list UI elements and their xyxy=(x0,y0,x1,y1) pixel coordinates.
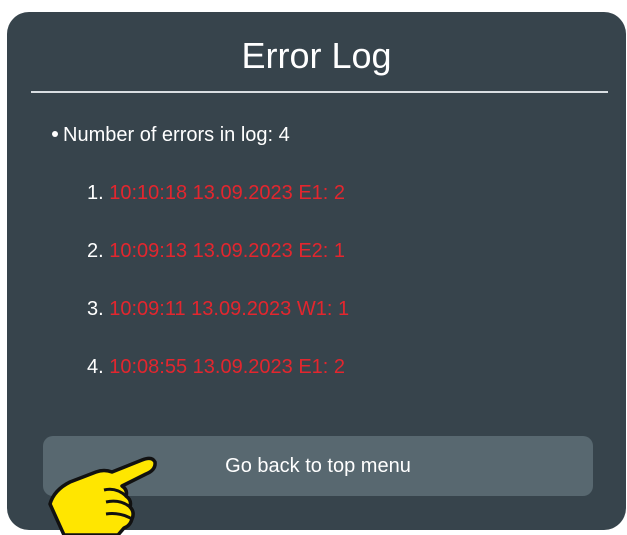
entry-text: 10:09:11 13.09.2023 W1: 1 xyxy=(109,298,350,320)
bullet-icon xyxy=(52,131,58,137)
error-entry: 4. 10:08:55 13.09.2023 E1: 2 xyxy=(87,354,349,412)
error-entry: 2. 10:09:13 13.09.2023 E2: 1 xyxy=(87,238,349,296)
entry-text: 10:10:18 13.09.2023 E1: 2 xyxy=(109,182,346,204)
error-list: 1. 10:10:18 13.09.2023 E1: 2 2. 10:09:13… xyxy=(87,180,349,412)
error-count-item: Number of errors in log: 4 xyxy=(52,122,290,148)
entry-text: 10:09:13 13.09.2023 E2: 1 xyxy=(109,240,346,262)
entry-number: 1. xyxy=(87,182,104,204)
entry-number: 2. xyxy=(87,240,104,262)
error-entry: 3. 10:09:11 13.09.2023 W1: 1 xyxy=(87,296,349,354)
entry-number: 4. xyxy=(87,356,104,378)
entry-text: 10:08:55 13.09.2023 E1: 2 xyxy=(109,356,346,378)
entry-number: 3. xyxy=(87,298,104,320)
error-entry: 1. 10:10:18 13.09.2023 E1: 2 xyxy=(87,180,349,238)
error-summary: Number of errors in log: 4 xyxy=(52,122,290,148)
pointing-hand-icon xyxy=(48,456,157,535)
page-title: Error Log xyxy=(241,35,392,76)
error-count-text: Number of errors in log: 4 xyxy=(63,124,290,146)
title-divider xyxy=(31,91,608,93)
